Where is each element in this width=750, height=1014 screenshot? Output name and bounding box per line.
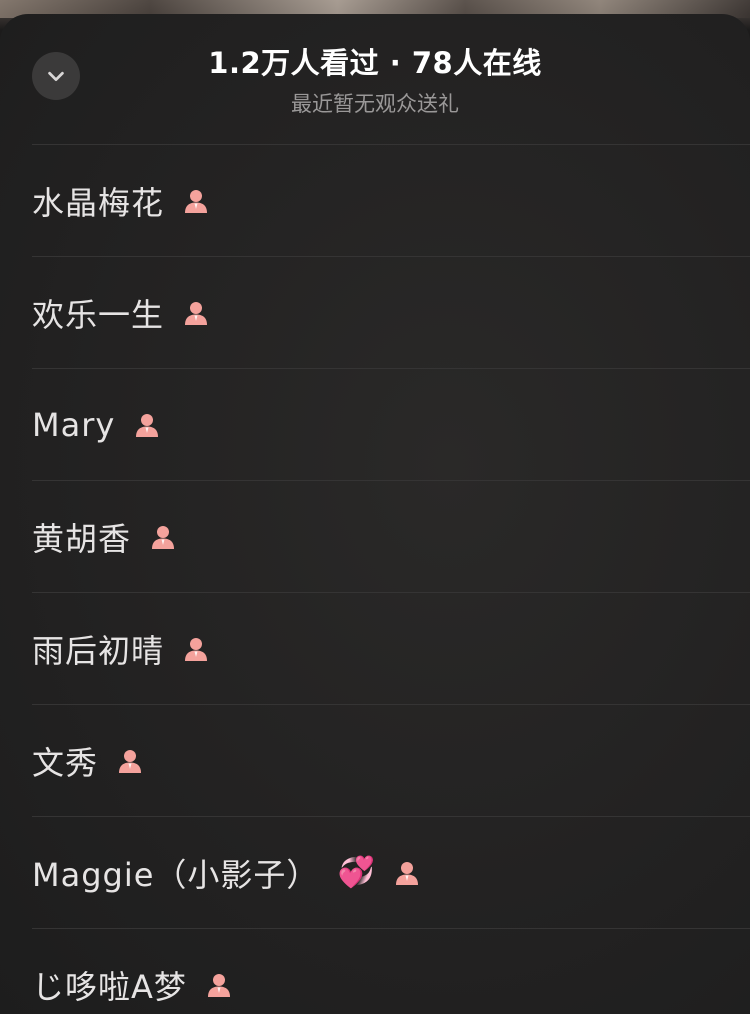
person-icon: [182, 299, 210, 327]
viewer-name: 黄胡香: [32, 519, 132, 558]
viewer-name: 文秀: [32, 743, 99, 782]
viewer-row[interactable]: 黄胡香: [32, 480, 750, 592]
viewer-row[interactable]: Maggie（小影子） 💞: [32, 816, 750, 928]
viewer-list-sheet: 1.2万人看过 · 78人在线 最近暂无观众送礼 水晶梅花 欢乐一生 Mary …: [0, 14, 750, 1014]
viewer-row[interactable]: 雨后初晴: [32, 592, 750, 704]
person-icon: [182, 635, 210, 663]
person-icon: [133, 411, 161, 439]
viewer-count-title: 1.2万人看过 · 78人在线: [208, 46, 542, 80]
viewer-list: 水晶梅花 欢乐一生 Mary 黄胡香 雨后初晴 文秀 Maggie（小影子） 💞: [32, 144, 750, 1014]
person-icon: [116, 747, 144, 775]
person-icon: [205, 971, 233, 999]
person-icon: [182, 187, 210, 215]
viewer-name: じ哆啦A梦: [32, 967, 187, 1006]
viewer-name: Mary: [32, 405, 116, 444]
person-icon: [149, 523, 177, 551]
viewer-name: 欢乐一生: [32, 295, 165, 334]
person-icon: [393, 859, 421, 887]
viewer-name: Maggie（小影子）: [32, 855, 320, 894]
viewer-row[interactable]: じ哆啦A梦: [32, 928, 750, 1014]
viewer-name: 水晶梅花: [32, 183, 165, 222]
viewer-row[interactable]: 欢乐一生: [32, 256, 750, 368]
gift-status-subtitle: 最近暂无观众送礼: [291, 92, 459, 116]
heart-emoji: 💞: [337, 854, 375, 890]
viewer-name: 雨后初晴: [32, 631, 165, 670]
viewer-row[interactable]: 文秀: [32, 704, 750, 816]
viewer-row[interactable]: 水晶梅花: [32, 144, 750, 256]
viewer-row[interactable]: Mary: [32, 368, 750, 480]
